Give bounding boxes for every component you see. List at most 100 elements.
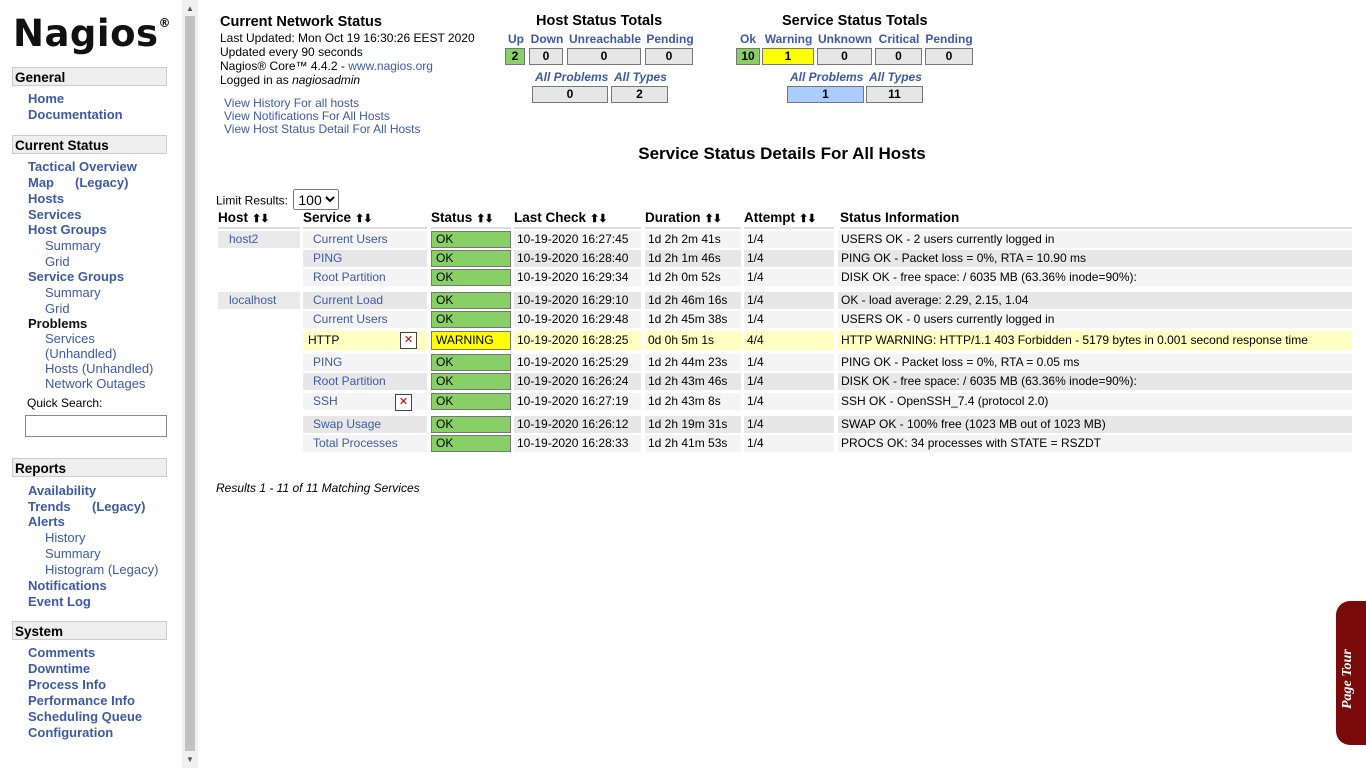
nav-alerts-history[interactable]: History <box>45 530 85 545</box>
info-title: Current Network Status <box>220 14 382 30</box>
svc-unknown-header[interactable]: Unknown <box>817 32 873 46</box>
nav-tactical-overview[interactable]: Tactical Overview <box>28 159 137 174</box>
nav-home[interactable]: Home <box>28 91 64 106</box>
host-all-problems-count[interactable]: 0 <box>532 86 608 103</box>
status-information-cell: DISK OK - free space: / 6035 MB (63.36% … <box>838 373 1352 390</box>
nav-process-info[interactable]: Process Info <box>28 677 106 692</box>
nav-host-groups[interactable]: Host Groups <box>28 222 107 237</box>
svc-all-problems-label[interactable]: All Problems <box>790 70 863 84</box>
host-all-types-label[interactable]: All Types <box>614 70 667 84</box>
nav-trends[interactable]: Trends <box>28 499 71 514</box>
status-information-cell: SSH OK - OpenSSH_7.4 (protocol 2.0) <box>838 393 1352 410</box>
sort-arrows-icon[interactable]: ⬆⬇ <box>590 213 607 225</box>
host-all-problems-label[interactable]: All Problems <box>535 70 608 84</box>
attempt-cell: 1/4 <box>744 416 834 433</box>
section-system: System <box>12 621 167 640</box>
service-cell[interactable]: PING <box>303 250 427 267</box>
nav-problems-hosts[interactable]: Hosts (Unhandled) <box>45 361 153 376</box>
nav-downtime[interactable]: Downtime <box>28 661 90 676</box>
svc-critical-header[interactable]: Critical <box>875 32 923 46</box>
sidebar-scrollbar[interactable]: ▲ ▼ <box>182 0 198 768</box>
notifications-disabled-icon[interactable]: ✕ <box>400 332 417 349</box>
nav-event-log[interactable]: Event Log <box>28 594 91 609</box>
attempt-cell: 1/4 <box>744 311 834 328</box>
nav-network-outages[interactable]: Network Outages <box>45 376 145 391</box>
host-down-header[interactable]: Down <box>529 32 565 46</box>
svc-unknown-count[interactable]: 0 <box>817 48 872 65</box>
nagios-link[interactable]: www.nagios.org <box>348 59 433 73</box>
service-cell[interactable]: Total Processes <box>303 435 427 452</box>
host-cell[interactable]: localhost <box>218 292 300 309</box>
sort-arrows-icon[interactable]: ⬆⬇ <box>252 213 269 225</box>
sort-arrows-icon[interactable]: ⬆⬇ <box>476 213 493 225</box>
host-cell[interactable]: host2 <box>218 231 300 248</box>
svc-all-types-label[interactable]: All Types <box>869 70 922 84</box>
svc-pending-header[interactable]: Pending <box>925 32 973 46</box>
page-tour-button[interactable]: Page Tour <box>1336 601 1366 745</box>
host-cell <box>218 269 300 286</box>
nav-notifications[interactable]: Notifications <box>28 578 107 593</box>
nav-alerts[interactable]: Alerts <box>28 514 65 529</box>
nav-service-groups[interactable]: Service Groups <box>28 269 124 284</box>
nav-services[interactable]: Services <box>28 207 82 222</box>
nav-problems-unhandled[interactable]: (Unhandled) <box>45 346 117 361</box>
svc-ok-count[interactable]: 10 <box>736 48 760 65</box>
host-all-types-count[interactable]: 2 <box>611 86 668 103</box>
nagios-logo[interactable]: Nagios® <box>13 12 171 55</box>
host-pending-count[interactable]: 0 <box>645 48 693 65</box>
host-up-header[interactable]: Up <box>505 32 527 46</box>
nav-hostgroups-grid[interactable]: Grid <box>45 254 70 269</box>
nav-map[interactable]: Map <box>28 175 54 190</box>
nav-map-legacy[interactable]: (Legacy) <box>75 175 128 190</box>
service-cell[interactable]: PING <box>303 354 427 371</box>
sort-arrows-icon[interactable]: ⬆⬇ <box>355 213 372 225</box>
limit-select[interactable]: 100 <box>293 189 340 210</box>
svc-pending-count[interactable]: 0 <box>925 48 973 65</box>
nav-servicegroups-summary[interactable]: Summary <box>45 285 101 300</box>
nav-documentation[interactable]: Documentation <box>28 107 123 122</box>
nav-scheduling-queue[interactable]: Scheduling Queue <box>28 709 142 724</box>
nav-hostgroups-summary[interactable]: Summary <box>45 238 101 253</box>
svc-ok-header[interactable]: Ok <box>736 32 760 46</box>
duration-cell: 0d 0h 5m 1s <box>645 331 741 350</box>
limit-label: Limit Results: <box>216 193 289 208</box>
nav-comments[interactable]: Comments <box>28 645 95 660</box>
sort-arrows-icon[interactable]: ⬆⬇ <box>705 213 722 225</box>
scroll-down-arrow-icon[interactable]: ▼ <box>186 755 194 764</box>
service-cell[interactable]: Current Users <box>303 231 427 248</box>
host-unreachable-header[interactable]: Unreachable <box>567 32 643 46</box>
svc-all-types-count[interactable]: 11 <box>866 86 923 103</box>
scroll-up-arrow-icon[interactable]: ▲ <box>186 4 194 13</box>
host-unreachable-count[interactable]: 0 <box>567 48 641 65</box>
duration-cell: 1d 2h 19m 31s <box>645 416 741 433</box>
link-host-status-detail[interactable]: View Host Status Detail For All Hosts <box>224 123 421 136</box>
nav-hosts[interactable]: Hosts <box>28 191 64 206</box>
duration-cell: 1d 2h 43m 46s <box>645 373 741 390</box>
nav-problems-services[interactable]: Services <box>45 331 95 346</box>
svc-warning-header[interactable]: Warning <box>762 32 815 46</box>
nav-availability[interactable]: Availability <box>28 483 96 498</box>
nav-problems: Problems <box>28 316 88 331</box>
nav-trends-legacy[interactable]: (Legacy) <box>92 499 145 514</box>
svc-critical-count[interactable]: 0 <box>875 48 922 65</box>
nav-servicegroups-grid[interactable]: Grid <box>45 301 70 316</box>
svc-all-problems-count[interactable]: 1 <box>787 86 864 103</box>
host-down-count[interactable]: 0 <box>529 48 563 65</box>
notifications-disabled-icon[interactable]: ✕ <box>395 394 412 411</box>
service-cell[interactable]: Swap Usage <box>303 416 427 433</box>
host-up-count[interactable]: 2 <box>505 48 525 65</box>
svc-warning-count[interactable]: 1 <box>762 48 814 65</box>
host-pending-header[interactable]: Pending <box>645 32 695 46</box>
nav-alerts-summary[interactable]: Summary <box>45 546 101 561</box>
service-cell[interactable]: Root Partition <box>303 373 427 390</box>
service-cell[interactable]: Root Partition <box>303 269 427 286</box>
sort-arrows-icon[interactable]: ⬆⬇ <box>799 213 816 225</box>
nav-alerts-histogram[interactable]: Histogram (Legacy) <box>45 562 158 577</box>
service-cell[interactable]: Current Users <box>303 311 427 328</box>
service-cell[interactable]: Current Load <box>303 292 427 309</box>
quick-search-input[interactable] <box>25 415 167 437</box>
nav-configuration[interactable]: Configuration <box>28 725 113 740</box>
nav-performance-info[interactable]: Performance Info <box>28 693 135 708</box>
scrollbar-thumb[interactable] <box>185 16 195 751</box>
attempt-cell: 1/4 <box>744 231 834 248</box>
